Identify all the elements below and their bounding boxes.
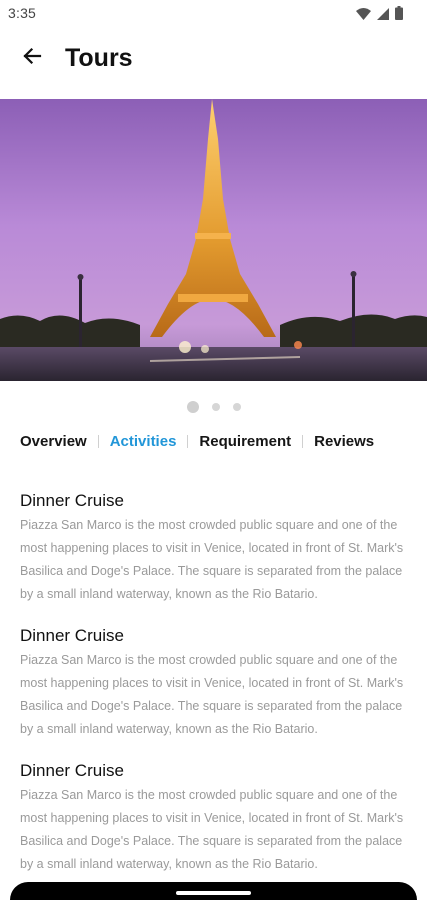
activity-description: Piazza San Marco is the most crowded pub…	[20, 518, 404, 601]
activity-description: Piazza San Marco is the most crowded pub…	[20, 788, 404, 871]
tab-bar: Overview Activities Requirement Reviews	[20, 433, 374, 450]
status-bar: 3:35	[0, 0, 427, 28]
activity-title: Dinner Cruise	[20, 491, 124, 510]
back-button[interactable]	[16, 42, 48, 74]
carousel-dot[interactable]	[232, 403, 241, 411]
tab-overview[interactable]: Overview	[20, 433, 87, 450]
signal-icon	[377, 7, 389, 25]
activities-list: Dinner Cruise Piazza San Marco is the mo…	[20, 490, 412, 895]
status-time: 3:35	[8, 5, 37, 21]
tab-requirement[interactable]: Requirement	[199, 433, 291, 450]
hero-image-carousel[interactable]	[0, 99, 427, 381]
activity-description: Piazza San Marco is the most crowded pub…	[20, 653, 404, 736]
home-gesture-handle[interactable]	[176, 891, 251, 895]
tab-activities[interactable]: Activities	[110, 433, 177, 450]
app-bar: Tours	[0, 28, 427, 88]
tab-divider	[302, 435, 304, 448]
eiffel-tower-image	[0, 99, 427, 381]
carousel-dot[interactable]	[211, 403, 220, 411]
tab-reviews[interactable]: Reviews	[314, 433, 374, 450]
activity-title: Dinner Cruise	[20, 626, 124, 645]
carousel-indicator	[0, 401, 427, 413]
activity-item[interactable]: Dinner Cruise Piazza San Marco is the mo…	[20, 760, 412, 876]
activity-item[interactable]: Dinner Cruise Piazza San Marco is the mo…	[20, 490, 412, 606]
page-title: Tours	[65, 44, 133, 72]
battery-icon	[395, 6, 403, 25]
status-icons	[356, 6, 403, 25]
wifi-icon	[356, 7, 371, 25]
arrow-back-icon	[22, 46, 42, 71]
tab-divider	[187, 435, 189, 448]
activity-item[interactable]: Dinner Cruise Piazza San Marco is the mo…	[20, 625, 412, 741]
tab-divider	[97, 435, 99, 448]
carousel-dot-active[interactable]	[186, 401, 199, 413]
activity-title: Dinner Cruise	[20, 761, 124, 780]
